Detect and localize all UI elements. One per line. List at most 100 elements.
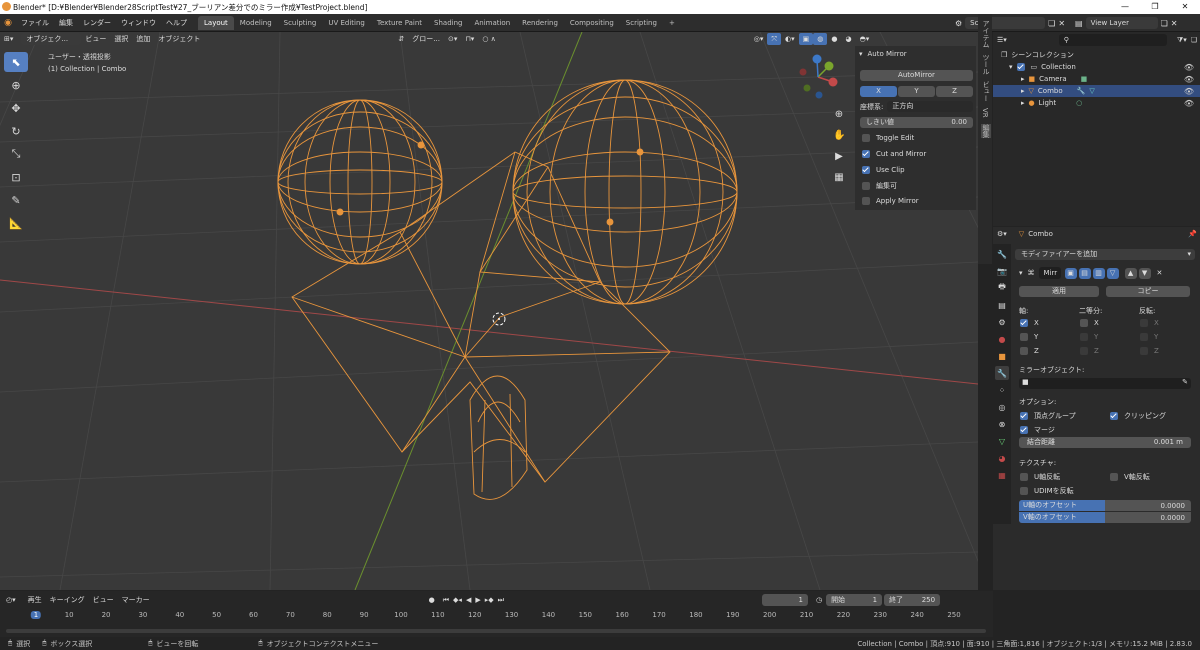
udim-flip-checkbox[interactable] — [1020, 487, 1028, 495]
shading-wireframe-icon[interactable]: ◍ — [813, 33, 828, 45]
show-render-icon[interactable]: ▽ — [1106, 267, 1119, 279]
vertex-groups-toggle[interactable]: 頂点グループ — [1020, 411, 1076, 421]
render-tab-icon[interactable]: 📷 — [995, 264, 1009, 278]
navigation-gizmo[interactable] — [795, 54, 841, 100]
pan-hand-icon[interactable]: ✋ — [833, 125, 845, 146]
zoom-icon[interactable]: ⊕ — [833, 104, 845, 125]
tab-vr[interactable]: VR — [981, 108, 989, 118]
scene-tab-icon[interactable]: ⚙ — [995, 315, 1009, 329]
minimize-button[interactable]: — — [1110, 0, 1140, 14]
scale-tool-icon[interactable]: ⤡ — [4, 144, 28, 164]
new-scene-icon[interactable]: ❏ — [1048, 19, 1055, 28]
option-editable[interactable]: 編集可 — [862, 181, 897, 191]
tab-sculpting[interactable]: Sculpting — [278, 16, 323, 30]
constraints-tab-icon[interactable]: ⊗ — [995, 417, 1009, 431]
tab-scripting[interactable]: Scripting — [620, 16, 663, 30]
axis-x-button[interactable]: X — [860, 86, 897, 97]
tab-edit[interactable]: 編集 — [981, 123, 991, 138]
outliner-item-camera[interactable]: ▸ ■ Camera ■ 👁 — [993, 73, 1200, 85]
add-workspace-button[interactable]: + — [663, 16, 681, 30]
axis-z-toggle[interactable]: Z — [1020, 347, 1039, 355]
transform-orientation-selector[interactable]: グロー... — [408, 33, 444, 45]
u-offset-field[interactable]: U軸のオフセット 0.0000 — [1019, 500, 1191, 511]
apply-button[interactable]: 適用 — [1019, 286, 1099, 297]
edit-cage-icon[interactable]: ▣ — [1064, 267, 1077, 279]
cut-and-mirror-checkbox[interactable] — [862, 150, 870, 158]
clipping-toggle[interactable]: クリッピング — [1110, 411, 1166, 421]
use-clip-checkbox[interactable] — [862, 166, 870, 174]
eyedropper-icon[interactable]: ✎ — [1182, 378, 1188, 386]
new-view-layer-icon[interactable]: ❏ — [1161, 19, 1168, 28]
modifier-tab-icon[interactable]: 🔧 — [995, 366, 1009, 380]
option-cut-and-mirror[interactable]: Cut and Mirror — [862, 150, 926, 158]
physics-tab-icon[interactable]: ◎ — [995, 400, 1009, 414]
tab-rendering[interactable]: Rendering — [516, 16, 564, 30]
modifier-name-field[interactable]: Mirr — [1038, 267, 1061, 279]
editor-type-icon[interactable]: ⊞▾ — [0, 33, 17, 45]
bisect-x-checkbox[interactable] — [1080, 319, 1088, 327]
axis-y-button[interactable]: Y — [898, 86, 935, 97]
new-collection-icon[interactable]: ❏ — [1191, 36, 1197, 44]
automirror-button[interactable]: AutoMirror — [860, 70, 973, 81]
snap-icon[interactable]: ⊓▾ — [461, 33, 478, 45]
v-offset-field[interactable]: V軸のオフセット 0.0000 — [1019, 512, 1191, 523]
pin-icon[interactable]: 📌 — [1188, 230, 1197, 238]
delete-view-layer-icon[interactable]: ✕ — [1171, 19, 1178, 28]
object-tab-icon[interactable]: ■ — [995, 349, 1009, 363]
option-toggle-edit[interactable]: Toggle Edit — [862, 134, 914, 142]
menu-help[interactable]: ヘルプ — [161, 18, 192, 28]
visibility-eye-icon[interactable]: 👁 — [1184, 87, 1194, 96]
visibility-eye-icon[interactable]: 👁 — [1184, 63, 1194, 72]
v-flip-checkbox[interactable] — [1110, 473, 1118, 481]
properties-editor-icon[interactable]: ⚙▾ — [997, 230, 1007, 238]
axis-x-checkbox[interactable] — [1020, 319, 1028, 327]
bisect-y-checkbox[interactable] — [1080, 333, 1088, 341]
shading-material-icon[interactable]: ◕ — [842, 33, 856, 45]
tab-modeling[interactable]: Modeling — [234, 16, 278, 30]
measure-tool-icon[interactable]: 📐 — [4, 213, 28, 233]
panel-collapse-icon[interactable]: ▾ — [859, 50, 863, 58]
merge-toggle[interactable]: マージ — [1020, 425, 1055, 435]
tab-texture-paint[interactable]: Texture Paint — [371, 16, 428, 30]
copy-button[interactable]: コピー — [1106, 286, 1190, 297]
v-flip-toggle[interactable]: V軸反転 — [1110, 472, 1150, 482]
shading-rendered-icon[interactable]: ◓▾ — [856, 33, 874, 45]
cursor-tool-icon[interactable]: ⊕ — [4, 75, 28, 95]
tab-item[interactable]: アイテム — [981, 20, 991, 48]
menu-edit[interactable]: 編集 — [54, 18, 78, 28]
maximize-button[interactable]: ❐ — [1140, 0, 1170, 14]
viewport-menu-add[interactable]: 追加 — [132, 33, 154, 45]
viewport-menu-object[interactable]: オブジェクト — [154, 33, 204, 45]
outliner-item-combo[interactable]: ▸ ▽ Combo 🔧 ▽ 👁 — [993, 85, 1200, 97]
gizmo-z-icon[interactable] — [812, 54, 822, 64]
udim-flip-toggle[interactable]: UDIMを反転 — [1020, 486, 1074, 496]
tool-tab-icon[interactable]: 🔧 — [995, 247, 1009, 261]
tab-animation[interactable]: Animation — [468, 16, 516, 30]
world-tab-icon[interactable]: ● — [995, 332, 1009, 346]
move-tool-icon[interactable]: ✥ — [4, 98, 28, 118]
clipping-checkbox[interactable] — [1110, 412, 1118, 420]
flip-x-checkbox[interactable] — [1140, 319, 1148, 327]
menu-render[interactable]: レンダー — [78, 18, 116, 28]
combo-mesh-wireframe[interactable] — [277, 79, 738, 500]
axis-z-checkbox[interactable] — [1020, 347, 1028, 355]
material-tab-icon[interactable]: ◕ — [995, 451, 1009, 465]
viewport-menu-view[interactable]: ビュー — [81, 33, 110, 45]
flip-x-toggle[interactable]: X — [1140, 319, 1159, 327]
pivot-icon[interactable]: ⊙▾ — [444, 33, 461, 45]
bisect-z-toggle[interactable]: Z — [1080, 347, 1099, 355]
merge-checkbox[interactable] — [1020, 426, 1028, 434]
orientation-icon[interactable]: ⇵ — [394, 33, 408, 45]
delete-modifier-icon[interactable]: ✕ — [1157, 269, 1163, 277]
move-down-icon[interactable]: ▼ — [1138, 267, 1151, 279]
texture-tab-icon[interactable]: ▦ — [995, 468, 1009, 482]
show-viewport-icon[interactable]: ▥ — [1092, 267, 1105, 279]
outliner-search-input[interactable]: ⚲ — [1058, 34, 1167, 46]
move-up-icon[interactable]: ▲ — [1124, 267, 1137, 279]
toggle-edit-checkbox[interactable] — [862, 134, 870, 142]
gizmo-toggle-icon[interactable]: ⤧ — [767, 33, 782, 45]
blender-menu-icon[interactable]: ◉ — [0, 18, 16, 28]
transform-tool-icon[interactable]: ⊡ — [4, 167, 28, 187]
visibility-eye-icon[interactable]: 👁 — [1184, 75, 1194, 84]
axis-y-toggle[interactable]: Y — [1020, 333, 1038, 341]
